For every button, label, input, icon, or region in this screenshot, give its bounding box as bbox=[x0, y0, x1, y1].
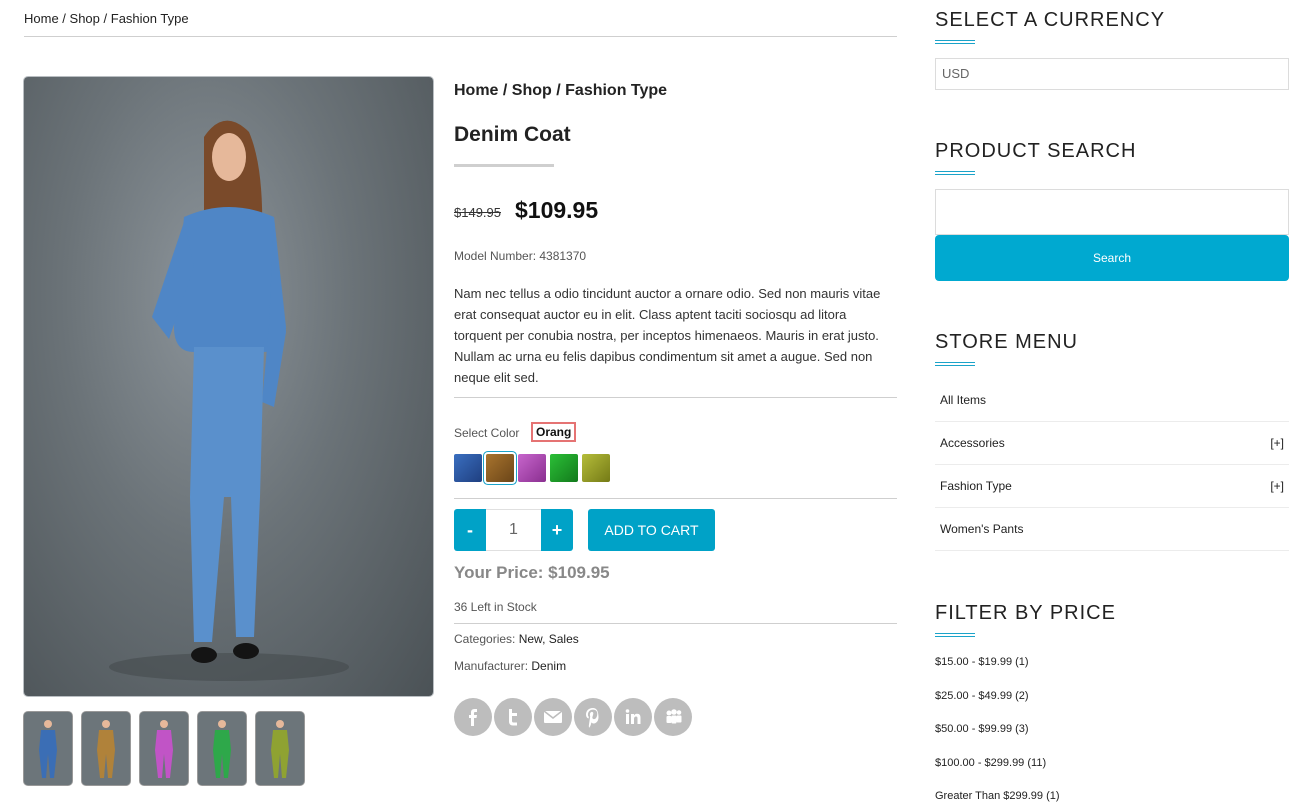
manufacturer-row: Manufacturer: Denim bbox=[454, 659, 566, 673]
menu-item-all-items[interactable]: All Items bbox=[935, 379, 1289, 422]
select-color-label: Select Color bbox=[454, 426, 520, 440]
menu-item-label: All Items bbox=[940, 393, 987, 407]
title-underline bbox=[454, 164, 554, 167]
menu-item-accessories[interactable]: Accessories [+] bbox=[935, 422, 1289, 465]
add-to-cart-button[interactable]: ADD TO CART bbox=[588, 509, 715, 551]
price-filter-link[interactable]: $100.00 - $299.99 (11) bbox=[935, 757, 1046, 769]
product-main-image[interactable] bbox=[24, 77, 433, 696]
menu-item-label: Accessories bbox=[940, 436, 1005, 450]
swatch-olive[interactable] bbox=[582, 454, 610, 482]
color-swatches bbox=[454, 454, 610, 482]
swatch-blue[interactable] bbox=[454, 454, 482, 482]
menu-item-label: Women's Pants bbox=[940, 522, 1024, 536]
menu-item-fashion-type[interactable]: Fashion Type [+] bbox=[935, 465, 1289, 508]
quantity-decrease-button[interactable]: - bbox=[454, 509, 486, 551]
breadcrumb: Home / Shop / Fashion Type bbox=[24, 11, 189, 26]
store-menu-heading: STORE MENU bbox=[935, 331, 1078, 353]
facebook-icon[interactable] bbox=[454, 698, 492, 736]
quantity-increase-button[interactable]: + bbox=[541, 509, 573, 551]
search-heading: PRODUCT SEARCH bbox=[935, 140, 1137, 162]
swatch-purple[interactable] bbox=[518, 454, 546, 482]
currency-heading: SELECT A CURRENCY bbox=[935, 9, 1166, 31]
twitter-icon[interactable] bbox=[494, 698, 532, 736]
sale-price: $109.95 bbox=[515, 197, 599, 223]
quantity-input[interactable] bbox=[486, 509, 541, 551]
thumbnail-strip bbox=[24, 712, 304, 785]
your-price: Your Price: $109.95 bbox=[454, 563, 610, 582]
categories-value[interactable]: New, Sales bbox=[519, 632, 579, 646]
breadcrumb-separator: / bbox=[58, 11, 70, 26]
heading-underline bbox=[935, 362, 975, 366]
breadcrumb-shop-link[interactable]: Shop bbox=[70, 11, 100, 26]
breadcrumb-separator: / bbox=[99, 11, 111, 26]
breadcrumb-separator: / bbox=[551, 82, 566, 99]
divider bbox=[454, 498, 897, 499]
social-share bbox=[454, 698, 692, 736]
product-breadcrumb-shop-link[interactable]: Shop bbox=[512, 82, 552, 99]
price-filter-link[interactable]: $25.00 - $49.99 (2) bbox=[935, 690, 1029, 702]
selected-color-value: Orang bbox=[531, 422, 577, 442]
manufacturer-value[interactable]: Denim bbox=[531, 659, 566, 673]
product-description: Nam nec tellus a odio tincidunt auctor a… bbox=[454, 286, 881, 385]
price-filter-link[interactable]: $50.00 - $99.99 (3) bbox=[935, 723, 1029, 735]
product-breadcrumb: Home / Shop / Fashion Type bbox=[454, 82, 667, 100]
expand-toggle[interactable]: [+] bbox=[1270, 479, 1284, 493]
manufacturer-label: Manufacturer: bbox=[454, 659, 529, 673]
product-breadcrumb-home-link[interactable]: Home bbox=[454, 82, 498, 99]
myspace-icon[interactable] bbox=[654, 698, 692, 736]
menu-item-label: Fashion Type bbox=[940, 479, 1012, 493]
swatch-orange[interactable] bbox=[486, 454, 514, 482]
original-price: $149.95 bbox=[454, 205, 501, 220]
product-title: Denim Coat bbox=[454, 123, 571, 146]
thumbnail-purple[interactable] bbox=[140, 712, 188, 785]
categories-label: Categories: bbox=[454, 632, 516, 646]
price-filter-link[interactable]: Greater Than $299.99 (1) bbox=[935, 790, 1060, 802]
filter-price-heading: FILTER BY PRICE bbox=[935, 602, 1116, 624]
divider bbox=[454, 397, 897, 398]
divider bbox=[24, 36, 897, 37]
search-button[interactable]: Search bbox=[935, 235, 1289, 281]
categories-row: Categories: New, Sales bbox=[454, 632, 579, 646]
thumbnail-blue[interactable] bbox=[24, 712, 72, 785]
swatch-green[interactable] bbox=[550, 454, 578, 482]
email-icon[interactable] bbox=[534, 698, 572, 736]
expand-toggle[interactable]: [+] bbox=[1270, 436, 1284, 450]
thumbnail-green[interactable] bbox=[198, 712, 246, 785]
product-breadcrumb-current: Fashion Type bbox=[565, 82, 668, 99]
thumbnail-olive[interactable] bbox=[256, 712, 304, 785]
heading-underline bbox=[935, 633, 975, 637]
thumbnail-brown[interactable] bbox=[82, 712, 130, 785]
currency-select[interactable]: USD bbox=[935, 58, 1289, 90]
heading-underline bbox=[935, 40, 975, 44]
pinterest-icon[interactable] bbox=[574, 698, 612, 736]
menu-item-womens-pants[interactable]: Women's Pants bbox=[935, 508, 1289, 551]
breadcrumb-separator: / bbox=[498, 82, 512, 99]
linkedin-icon[interactable] bbox=[614, 698, 652, 736]
stock-status: 36 Left in Stock bbox=[454, 600, 537, 614]
breadcrumb-home-link[interactable]: Home bbox=[24, 11, 59, 26]
model-number: Model Number: 4381370 bbox=[454, 249, 587, 263]
product-search-input[interactable] bbox=[935, 189, 1289, 235]
breadcrumb-current: Fashion Type bbox=[110, 11, 189, 26]
divider bbox=[454, 623, 897, 624]
price-filter-link[interactable]: $15.00 - $19.99 (1) bbox=[935, 656, 1029, 668]
heading-underline bbox=[935, 171, 975, 175]
